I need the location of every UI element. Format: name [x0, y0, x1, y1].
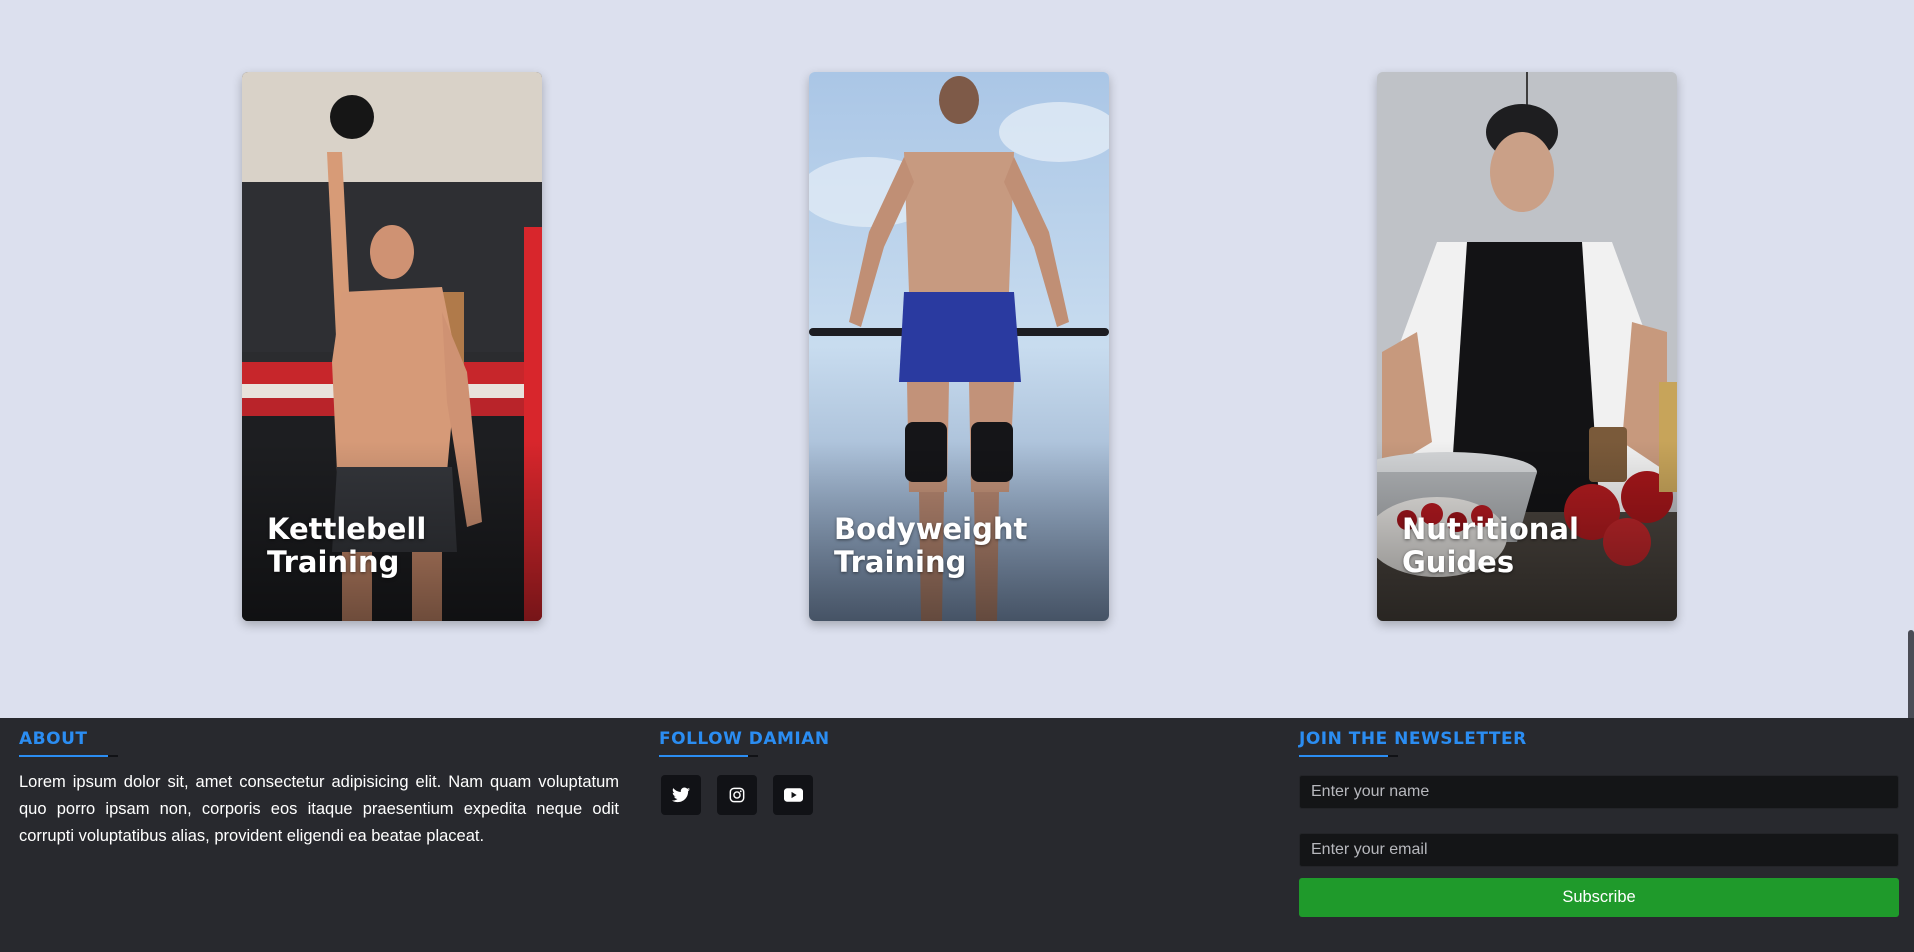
newsletter-heading: JOIN THE NEWSLETTER [1299, 729, 1527, 749]
about-text: Lorem ipsum dolor sit, amet consectetur … [19, 773, 619, 845]
twitter-link[interactable] [661, 775, 701, 815]
footer-about: ABOUT Lorem ipsum dolor sit, amet consec… [19, 718, 619, 850]
card-title: Nutritional Guides [1402, 512, 1579, 579]
cards-section: Kettlebell Training Bodyweight Training … [0, 0, 1914, 718]
follow-heading: FOLLOW DAMIAN [659, 729, 830, 749]
heading-underline [19, 755, 127, 757]
instagram-link[interactable] [717, 775, 757, 815]
card-title: Bodyweight Training [834, 512, 1028, 579]
footer-follow: FOLLOW DAMIAN [659, 718, 1259, 815]
about-heading: ABOUT [19, 729, 88, 749]
email-input[interactable] [1299, 833, 1899, 867]
youtube-link[interactable] [773, 775, 813, 815]
youtube-icon [783, 788, 803, 802]
footer-newsletter: JOIN THE NEWSLETTER Subscribe [1299, 718, 1899, 917]
heading-underline [659, 755, 767, 757]
card-title: Kettlebell Training [267, 512, 427, 579]
twitter-icon [672, 787, 690, 803]
instagram-icon [729, 787, 745, 803]
heading-underline [1299, 755, 1407, 757]
name-input[interactable] [1299, 775, 1899, 809]
footer: ABOUT Lorem ipsum dolor sit, amet consec… [0, 718, 1914, 952]
subscribe-button[interactable]: Subscribe [1299, 878, 1899, 917]
social-links [659, 775, 1259, 815]
card-nutritional-guides[interactable]: Nutritional Guides [1377, 72, 1677, 621]
card-bodyweight-training[interactable]: Bodyweight Training [809, 72, 1109, 621]
card-kettlebell-training[interactable]: Kettlebell Training [242, 72, 542, 621]
